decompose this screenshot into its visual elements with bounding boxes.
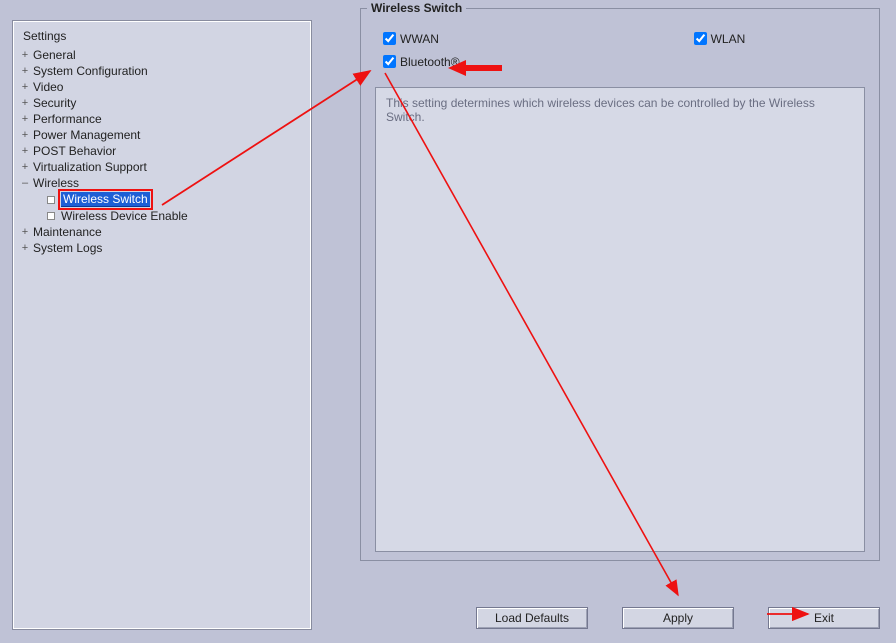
tree-item-security[interactable]: + Security xyxy=(19,95,305,111)
wireless-switch-groupbox: Wireless Switch WWAN WLAN Bluetooth® Thi… xyxy=(360,8,880,561)
tree-subitem-label: Wireless Switch xyxy=(61,192,150,207)
leaf-icon xyxy=(47,196,55,204)
button-bar: Load Defaults Apply Exit xyxy=(360,601,880,635)
bluetooth-checkbox-label: Bluetooth® xyxy=(400,55,460,69)
tree-item-video[interactable]: + Video xyxy=(19,79,305,95)
groupbox-title: Wireless Switch xyxy=(367,1,466,15)
tree-subitem-wireless-switch[interactable]: Wireless Switch xyxy=(47,191,305,208)
right-pane: Wireless Switch WWAN WLAN Bluetooth® Thi… xyxy=(340,5,884,635)
collapse-icon: – xyxy=(19,177,31,189)
tree-item-system-configuration[interactable]: + System Configuration xyxy=(19,63,305,79)
bluetooth-checkbox-input[interactable] xyxy=(383,55,396,68)
setting-description-text: This setting determines which wireless d… xyxy=(386,96,815,124)
tree-item-wireless[interactable]: – Wireless xyxy=(19,175,305,191)
tree-subitem-wireless-device-enable[interactable]: Wireless Device Enable xyxy=(47,208,305,224)
setting-description-box: This setting determines which wireless d… xyxy=(375,87,865,552)
apply-button[interactable]: Apply xyxy=(622,607,734,629)
expand-icon: + xyxy=(19,81,31,93)
exit-button[interactable]: Exit xyxy=(768,607,880,629)
expand-icon: + xyxy=(19,113,31,125)
expand-icon: + xyxy=(19,226,31,238)
wwan-checkbox-input[interactable] xyxy=(383,32,396,45)
tree-item-general[interactable]: + General xyxy=(19,47,305,63)
tree-item-system-logs[interactable]: + System Logs xyxy=(19,240,305,256)
expand-icon: + xyxy=(19,129,31,141)
wlan-checkbox[interactable]: WLAN xyxy=(690,29,746,48)
expand-icon: + xyxy=(19,145,31,157)
wwan-checkbox-label: WWAN xyxy=(400,32,439,46)
expand-icon: + xyxy=(19,97,31,109)
checkbox-row: WWAN WLAN Bluetooth® xyxy=(379,29,865,71)
tree-item-performance[interactable]: + Performance xyxy=(19,111,305,127)
load-defaults-button[interactable]: Load Defaults xyxy=(476,607,588,629)
wlan-checkbox-input[interactable] xyxy=(694,32,707,45)
settings-tree-title: Settings xyxy=(23,29,305,43)
tree-item-power-management[interactable]: + Power Management xyxy=(19,127,305,143)
expand-icon: + xyxy=(19,65,31,77)
expand-icon: + xyxy=(19,49,31,61)
leaf-icon xyxy=(47,212,55,220)
tree-item-post-behavior[interactable]: + POST Behavior xyxy=(19,143,305,159)
bluetooth-checkbox[interactable]: Bluetooth® xyxy=(379,52,460,71)
settings-tree-panel: Settings + General + System Configuratio… xyxy=(12,20,312,630)
tree-subitem-label: Wireless Device Enable xyxy=(61,209,188,223)
tree-item-virtualization-support[interactable]: + Virtualization Support xyxy=(19,159,305,175)
wlan-checkbox-label: WLAN xyxy=(711,32,746,46)
expand-icon: + xyxy=(19,161,31,173)
tree-item-maintenance[interactable]: + Maintenance xyxy=(19,224,305,240)
expand-icon: + xyxy=(19,242,31,254)
wwan-checkbox[interactable]: WWAN xyxy=(379,29,439,48)
